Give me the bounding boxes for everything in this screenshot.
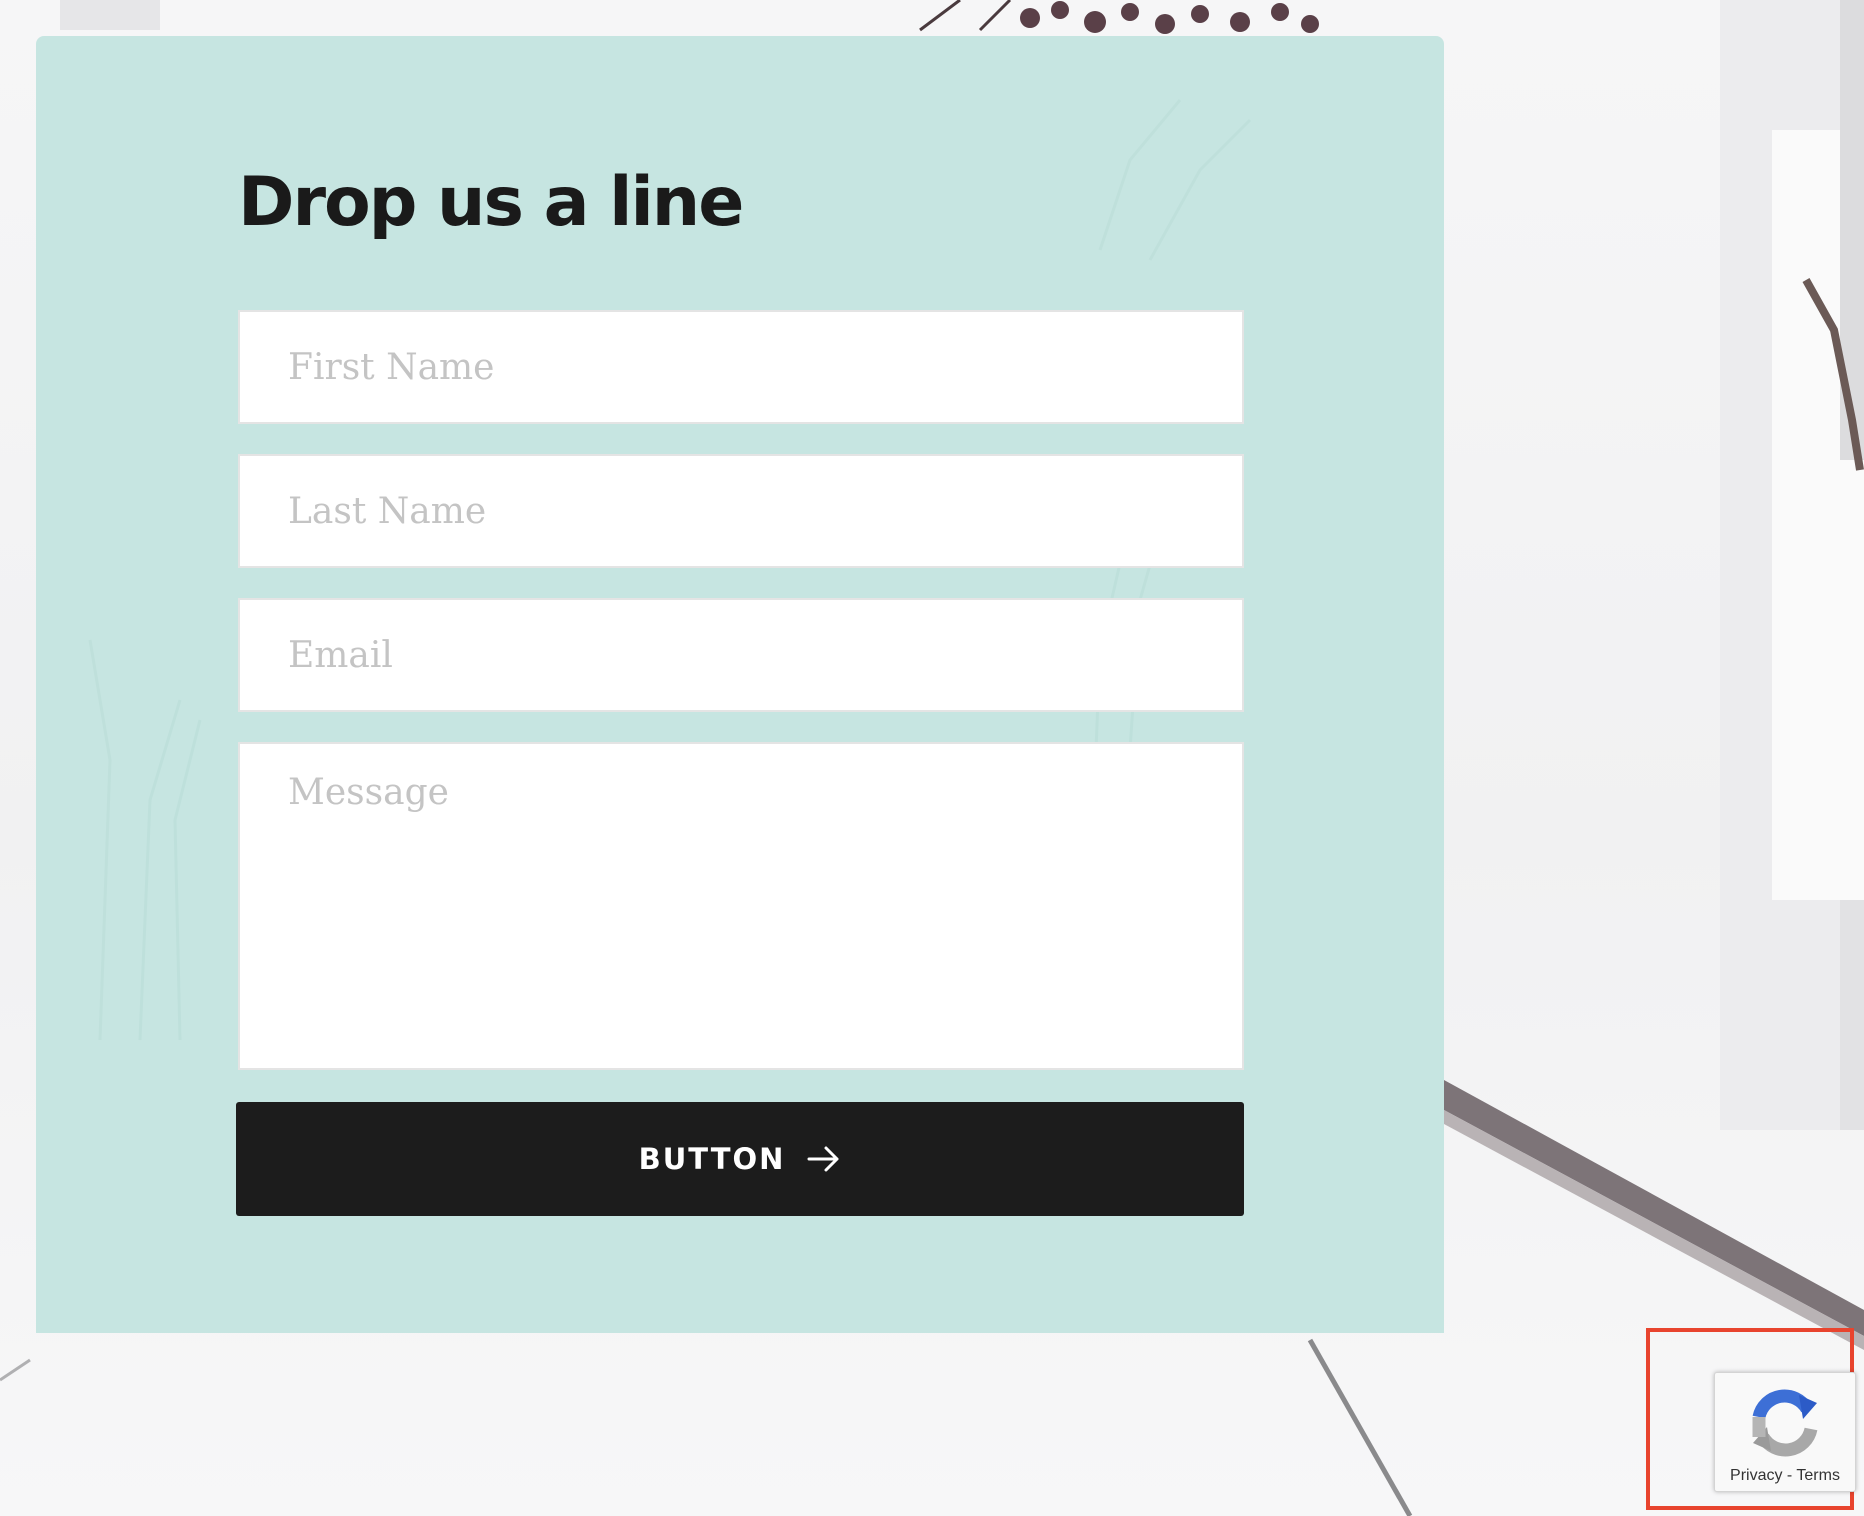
message-textarea[interactable] [238,742,1244,1070]
privacy-link[interactable]: Privacy [1730,1467,1782,1484]
form-title: Drop us a line [238,163,744,242]
first-name-input[interactable] [238,310,1244,424]
recaptcha-badge[interactable]: Privacy - Terms [1714,1372,1856,1492]
contact-form-card: Drop us a line BUTTON [36,36,1444,1333]
submit-button[interactable]: BUTTON [236,1102,1244,1216]
submit-button-label: BUTTON [638,1142,786,1176]
email-input[interactable] [238,598,1244,712]
arrow-right-icon [807,1144,841,1174]
recaptcha-icon [1745,1383,1825,1463]
recaptcha-links: Privacy - Terms [1715,1467,1855,1485]
terms-link[interactable]: Terms [1796,1467,1840,1484]
link-separator: - [1782,1467,1797,1484]
last-name-input[interactable] [238,454,1244,568]
